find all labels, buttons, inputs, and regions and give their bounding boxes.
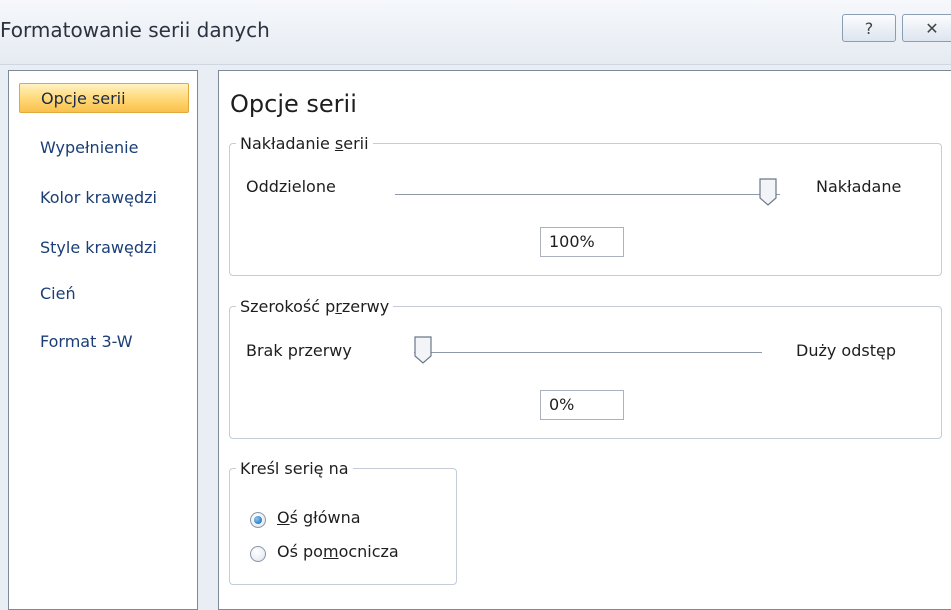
gap-width-legend: Szerokość przerwy [236,297,394,316]
section-title: Opcje serii [230,90,357,118]
gap-min-label: Brak przerwy [246,341,352,360]
overlap-legend: Nakładanie serii [236,134,373,153]
nav-item-wypelnienie[interactable]: Wypełnienie [19,133,189,163]
nav-item-cien[interactable]: Cień [19,279,189,309]
category-list: Opcje serii Wypełnienie Kolor krawędzi S… [8,70,198,610]
gap-slider-track[interactable] [414,352,762,353]
help-button[interactable]: ? [842,14,896,42]
secondary-axis-label[interactable]: Oś pomocnicza [277,542,399,561]
nav-item-style-krawedzi[interactable]: Style krawędzi [19,233,189,263]
help-icon: ? [864,18,874,38]
window-title: Formatowanie serii danych [0,18,270,42]
overlap-min-label: Oddzielone [246,177,336,196]
gap-value-field[interactable]: 0% [540,390,624,420]
close-icon: ✕ [925,18,939,38]
nav-item-format-3w[interactable]: Format 3-W [19,327,189,357]
gap-slider-thumb[interactable] [414,336,432,364]
gap-max-label: Duży odstęp [796,341,896,360]
nav-item-opcje-serii[interactable]: Opcje serii [19,83,189,113]
overlap-max-label: Nakładane [816,177,902,196]
primary-axis-radio[interactable] [250,512,266,528]
overlap-slider-thumb[interactable] [759,178,777,206]
close-button[interactable]: ✕ [902,14,951,42]
primary-axis-label[interactable]: Oś główna [277,508,361,527]
overlap-value-field[interactable]: 100% [540,227,624,257]
nav-item-kolor-krawedzi[interactable]: Kolor krawędzi [19,183,189,213]
plot-series-legend: Kreśl serię na [236,459,353,478]
overlap-slider-track[interactable] [395,194,780,195]
secondary-axis-radio[interactable] [250,546,266,562]
